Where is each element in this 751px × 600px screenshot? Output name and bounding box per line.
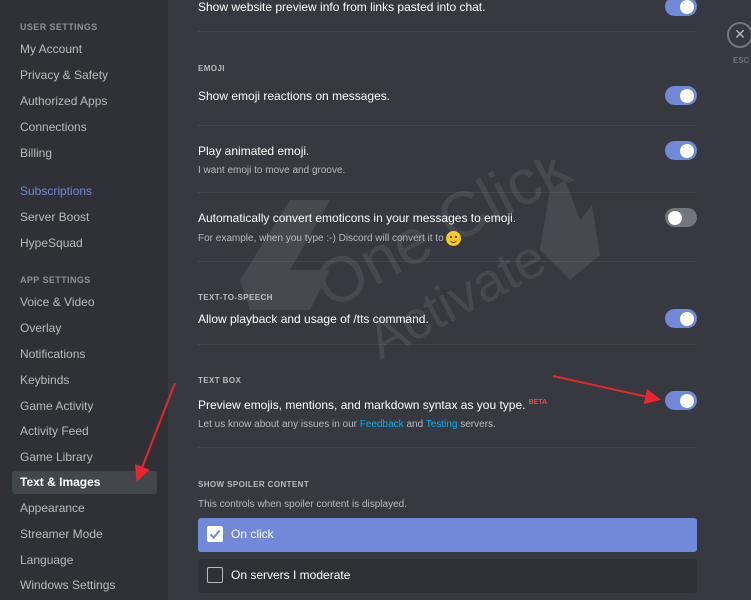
close-button[interactable]: ✕ xyxy=(727,22,751,48)
toggle-knob xyxy=(680,88,694,103)
sidebar-item-subscriptions[interactable]: Subscriptions xyxy=(12,180,157,203)
emoji-section-header: EMOJI xyxy=(198,64,225,73)
slightly-smiling-face-icon xyxy=(445,231,461,246)
toggle-knob xyxy=(680,143,694,158)
link-preview-toggle[interactable] xyxy=(665,0,697,16)
spoiler-section-header: SHOW SPOILER CONTENT xyxy=(198,480,310,489)
sidebar-item-text-images[interactable]: Text & Images xyxy=(12,471,157,494)
animated-emoji-title: Play animated emoji. xyxy=(198,144,310,158)
checkbox xyxy=(207,567,223,583)
divider xyxy=(198,31,697,32)
sidebar-item-language[interactable]: Language xyxy=(12,549,157,572)
animated-emoji-toggle[interactable] xyxy=(665,141,697,160)
emoji-reactions-toggle[interactable] xyxy=(665,86,697,105)
textbox-preview-title-text: Preview emojis, mentions, and markdown s… xyxy=(198,398,526,412)
sidebar-item-streamer-mode[interactable]: Streamer Mode xyxy=(12,523,157,546)
divider xyxy=(198,447,697,448)
textbox-section-header: TEXT BOX xyxy=(198,376,242,385)
divider xyxy=(198,261,697,262)
textbox-desc-prefix: Let us know about any issues in our xyxy=(198,419,357,430)
animated-emoji-desc: I want emoji to move and groove. xyxy=(198,165,346,176)
divider xyxy=(198,344,697,345)
sidebar-item-connections[interactable]: Connections xyxy=(12,116,157,139)
check-icon xyxy=(209,529,221,539)
spoiler-option-servers-i-moderate[interactable]: On servers I moderate xyxy=(198,559,697,593)
emoticons-desc-text: For example, when you type :-) Discord w… xyxy=(198,233,444,245)
spoiler-option-on-click[interactable]: On click xyxy=(198,518,697,552)
textbox-desc-and: and xyxy=(406,419,424,430)
divider xyxy=(198,192,697,193)
emoji-reactions-title: Show emoji reactions on messages. xyxy=(198,89,391,103)
sidebar-item-billing[interactable]: Billing xyxy=(12,142,157,165)
sidebar-item-windows-settings[interactable]: Windows Settings xyxy=(12,574,157,597)
emoticons-title: Automatically convert emoticons in your … xyxy=(198,211,517,225)
tts-section-header: TEXT-TO-SPEECH xyxy=(198,293,273,302)
testing-link[interactable]: Testing xyxy=(426,419,458,430)
emoticons-toggle[interactable] xyxy=(665,208,697,227)
settings-sidebar: USER SETTINGS My Account Privacy & Safet… xyxy=(0,0,168,600)
textbox-preview-toggle[interactable] xyxy=(665,391,697,410)
close-icon: ✕ xyxy=(734,26,746,42)
tts-title: Allow playback and usage of /tts command… xyxy=(198,312,429,326)
toggle-knob xyxy=(680,311,694,326)
settings-content: Show website preview info from links pas… xyxy=(168,0,751,600)
sidebar-item-privacy-safety[interactable]: Privacy & Safety xyxy=(12,64,157,87)
divider xyxy=(198,125,697,126)
spoiler-desc: This controls when spoiler content is di… xyxy=(198,499,407,510)
beta-badge: BETA xyxy=(528,399,548,406)
user-settings-header: USER SETTINGS xyxy=(20,22,98,32)
feedback-link[interactable]: Feedback xyxy=(360,419,404,430)
toggle-knob xyxy=(680,0,694,14)
textbox-desc-suffix: servers. xyxy=(460,419,496,430)
sidebar-item-game-activity[interactable]: Game Activity xyxy=(12,395,157,418)
link-preview-title: Show website preview info from links pas… xyxy=(198,0,486,14)
tts-toggle[interactable] xyxy=(665,309,697,328)
sidebar-item-keybinds[interactable]: Keybinds xyxy=(12,369,157,392)
sidebar-item-activity-feed[interactable]: Activity Feed xyxy=(12,420,157,443)
spoiler-option-label: On click xyxy=(231,527,274,541)
app-settings-header: APP SETTINGS xyxy=(20,275,91,285)
textbox-preview-title: Preview emojis, mentions, and markdown s… xyxy=(198,398,547,412)
toggle-knob xyxy=(668,210,682,225)
sidebar-item-voice-video[interactable]: Voice & Video xyxy=(12,291,157,314)
sidebar-item-game-library[interactable]: Game Library xyxy=(12,446,157,469)
checkbox xyxy=(207,526,223,542)
esc-label: ESC xyxy=(733,56,750,65)
toggle-knob xyxy=(680,393,694,408)
sidebar-item-authorized-apps[interactable]: Authorized Apps xyxy=(12,90,157,113)
emoticons-desc: For example, when you type :-) Discord w… xyxy=(198,231,461,246)
sidebar-item-notifications[interactable]: Notifications xyxy=(12,343,157,366)
sidebar-item-my-account[interactable]: My Account xyxy=(12,38,157,61)
spoiler-option-label: On servers I moderate xyxy=(231,568,351,582)
sidebar-item-appearance[interactable]: Appearance xyxy=(12,497,157,520)
sidebar-item-server-boost[interactable]: Server Boost xyxy=(12,206,157,229)
textbox-preview-desc: Let us know about any issues in our Feed… xyxy=(198,419,496,430)
sidebar-item-overlay[interactable]: Overlay xyxy=(12,317,157,340)
sidebar-item-hypesquad[interactable]: HypeSquad xyxy=(12,232,157,255)
